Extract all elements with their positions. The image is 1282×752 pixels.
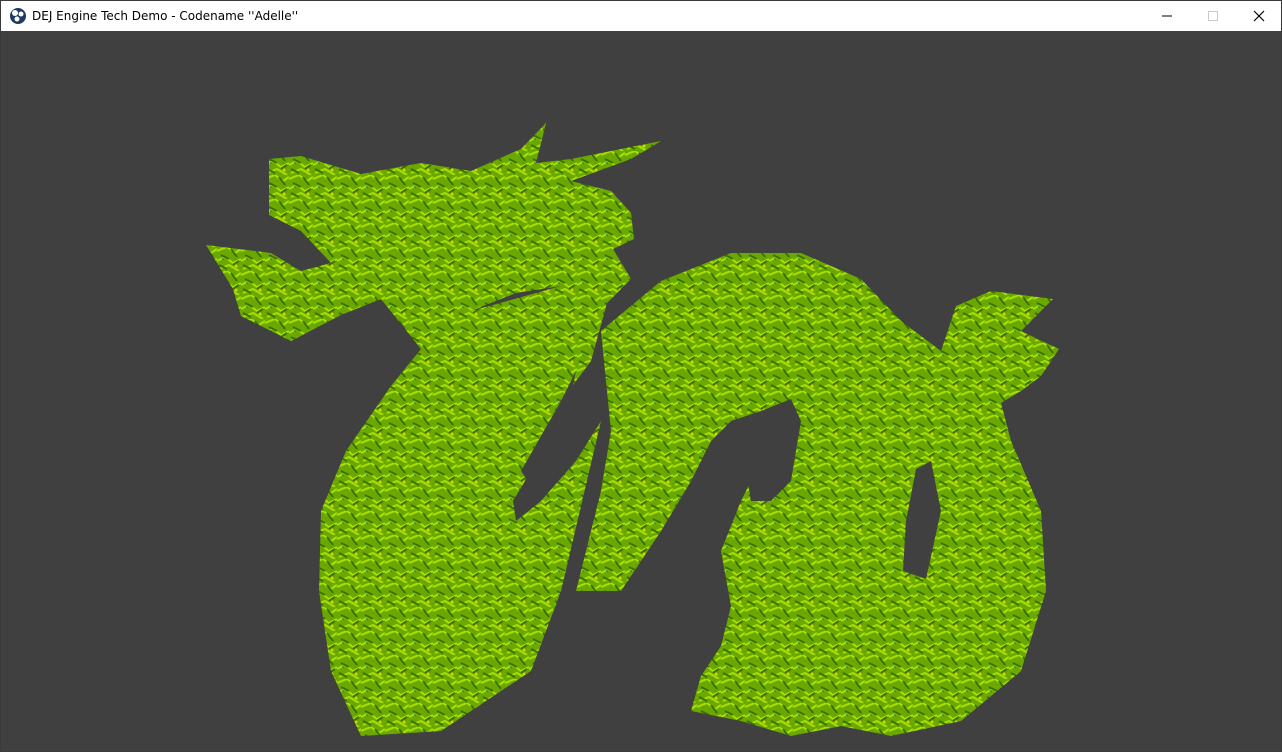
render-viewport[interactable] (1, 31, 1281, 751)
window-title: DEJ Engine Tech Demo - Codename ''Adelle… (32, 9, 299, 23)
app-logo-icon (9, 7, 27, 25)
minimize-icon (1162, 11, 1172, 21)
minimize-button[interactable] (1144, 1, 1190, 31)
app-window: DEJ Engine Tech Demo - Codename ''Adelle… (0, 0, 1282, 752)
dragon-model (206, 123, 1059, 736)
title-bar[interactable]: DEJ Engine Tech Demo - Codename ''Adelle… (1, 1, 1281, 31)
maximize-button[interactable] (1190, 1, 1236, 31)
close-icon (1253, 10, 1265, 22)
close-button[interactable] (1236, 1, 1282, 31)
maximize-icon (1208, 11, 1218, 21)
